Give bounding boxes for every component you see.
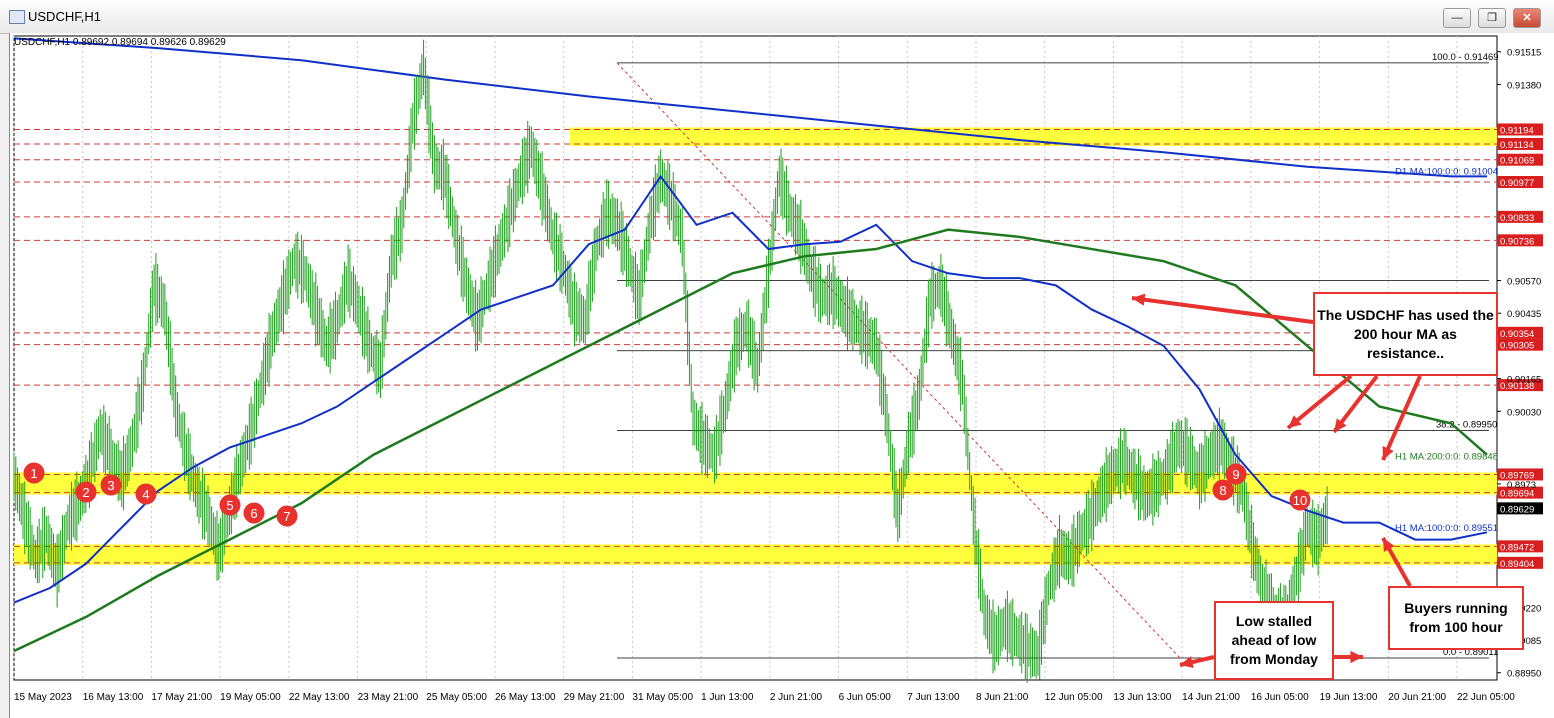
x-tick-label: 17 May 21:00 <box>151 692 212 703</box>
level-price-label: 0.90833 <box>1500 213 1534 224</box>
swing-marker-label: 5 <box>226 498 233 513</box>
x-tick-label: 29 May 21:00 <box>564 692 625 703</box>
swing-marker-label: 7 <box>283 509 290 524</box>
swing-marker-label: 2 <box>82 485 89 500</box>
annotation-low-stalled: Low stalled ahead of low from Monday <box>1214 601 1334 680</box>
y-tick-label: 0.8973 <box>1507 480 1536 491</box>
annotation-arrow <box>1131 296 1314 324</box>
y-tick-label: 0.90030 <box>1507 407 1541 418</box>
level-price-label: 0.90736 <box>1500 236 1534 247</box>
price-zone <box>570 472 1497 495</box>
annotation-buyers: Buyers running from 100 hour <box>1388 586 1524 650</box>
level-price-label: 0.89404 <box>1500 559 1534 570</box>
d1-ma-line <box>13 37 1487 178</box>
fib-100-label: 100.0 - 0.91469 <box>1432 52 1499 63</box>
level-price-label: 0.90977 <box>1500 178 1534 189</box>
swing-marker-label: 6 <box>250 506 257 521</box>
level-price-label: 0.90354 <box>1500 329 1534 340</box>
x-tick-label: 22 Jun 05:00 <box>1457 692 1515 703</box>
x-tick-label: 15 May 2023 <box>14 692 72 703</box>
y-tick-label: 0.90435 <box>1507 309 1541 320</box>
x-tick-label: 12 Jun 05:00 <box>1045 692 1103 703</box>
swing-marker-label: 9 <box>1232 467 1239 482</box>
x-tick-label: 16 Jun 05:00 <box>1251 692 1309 703</box>
x-tick-label: 23 May 21:00 <box>358 692 419 703</box>
h1-ma200-label: H1 MA:200:0:0: 0.89848 <box>1395 451 1498 462</box>
x-tick-label: 31 May 05:00 <box>632 692 693 703</box>
x-tick-label: 26 May 13:00 <box>495 692 556 703</box>
x-tick-label: 7 Jun 13:00 <box>907 692 960 703</box>
y-tick-label: 0.91380 <box>1507 80 1541 91</box>
x-tick-label: 8 Jun 21:00 <box>976 692 1029 703</box>
price-zone <box>570 544 1497 565</box>
d1-ma-label: D1 MA:100:0:0: 0.91004 <box>1395 166 1498 177</box>
current-price-label: 0.89629 <box>1500 504 1534 515</box>
x-tick-label: 6 Jun 05:00 <box>839 692 892 703</box>
swing-marker-label: 4 <box>142 487 149 502</box>
x-tick-label: 20 Jun 21:00 <box>1388 692 1446 703</box>
swing-marker-label: 8 <box>1219 483 1226 498</box>
h1-ma100-label: H1 MA:100:0:0: 0.89551 <box>1395 523 1498 534</box>
level-price-label: 0.89472 <box>1500 542 1534 553</box>
annotation-resistance: The USDCHF has used the 200 hour MA as r… <box>1313 292 1498 376</box>
level-price-label: 0.91134 <box>1500 140 1534 151</box>
x-tick-label: 14 Jun 21:00 <box>1182 692 1240 703</box>
y-tick-label: 0.91515 <box>1507 48 1541 59</box>
fib-trend-line <box>616 62 1181 659</box>
x-tick-label: 2 Jun 21:00 <box>770 692 823 703</box>
price-zone <box>570 127 1497 146</box>
price-zone <box>14 544 570 565</box>
x-tick-label: 19 Jun 13:00 <box>1320 692 1378 703</box>
x-tick-label: 22 May 13:00 <box>289 692 350 703</box>
price-zone <box>14 472 570 495</box>
level-price-label: 0.90305 <box>1500 341 1534 352</box>
y-tick-label: 0.88950 <box>1507 669 1541 680</box>
level-price-label: 0.91069 <box>1500 156 1534 167</box>
annotation-arrowhead <box>1350 650 1363 664</box>
x-tick-label: 1 Jun 13:00 <box>701 692 754 703</box>
chart-ohlc-header: USDCHF,H1 0.89692 0.89694 0.89626 0.8962… <box>14 37 226 48</box>
x-tick-label: 25 May 05:00 <box>426 692 487 703</box>
swing-marker-label: 1 <box>30 466 37 481</box>
x-tick-label: 16 May 13:00 <box>83 692 144 703</box>
x-tick-label: 13 Jun 13:00 <box>1113 692 1171 703</box>
swing-marker-label: 10 <box>1293 493 1307 508</box>
level-price-label: 0.91194 <box>1500 125 1534 136</box>
x-tick-label: 19 May 05:00 <box>220 692 281 703</box>
y-tick-label: 0.90165 <box>1507 375 1541 386</box>
swing-marker-label: 3 <box>107 478 114 493</box>
y-tick-label: 0.90570 <box>1507 277 1541 288</box>
